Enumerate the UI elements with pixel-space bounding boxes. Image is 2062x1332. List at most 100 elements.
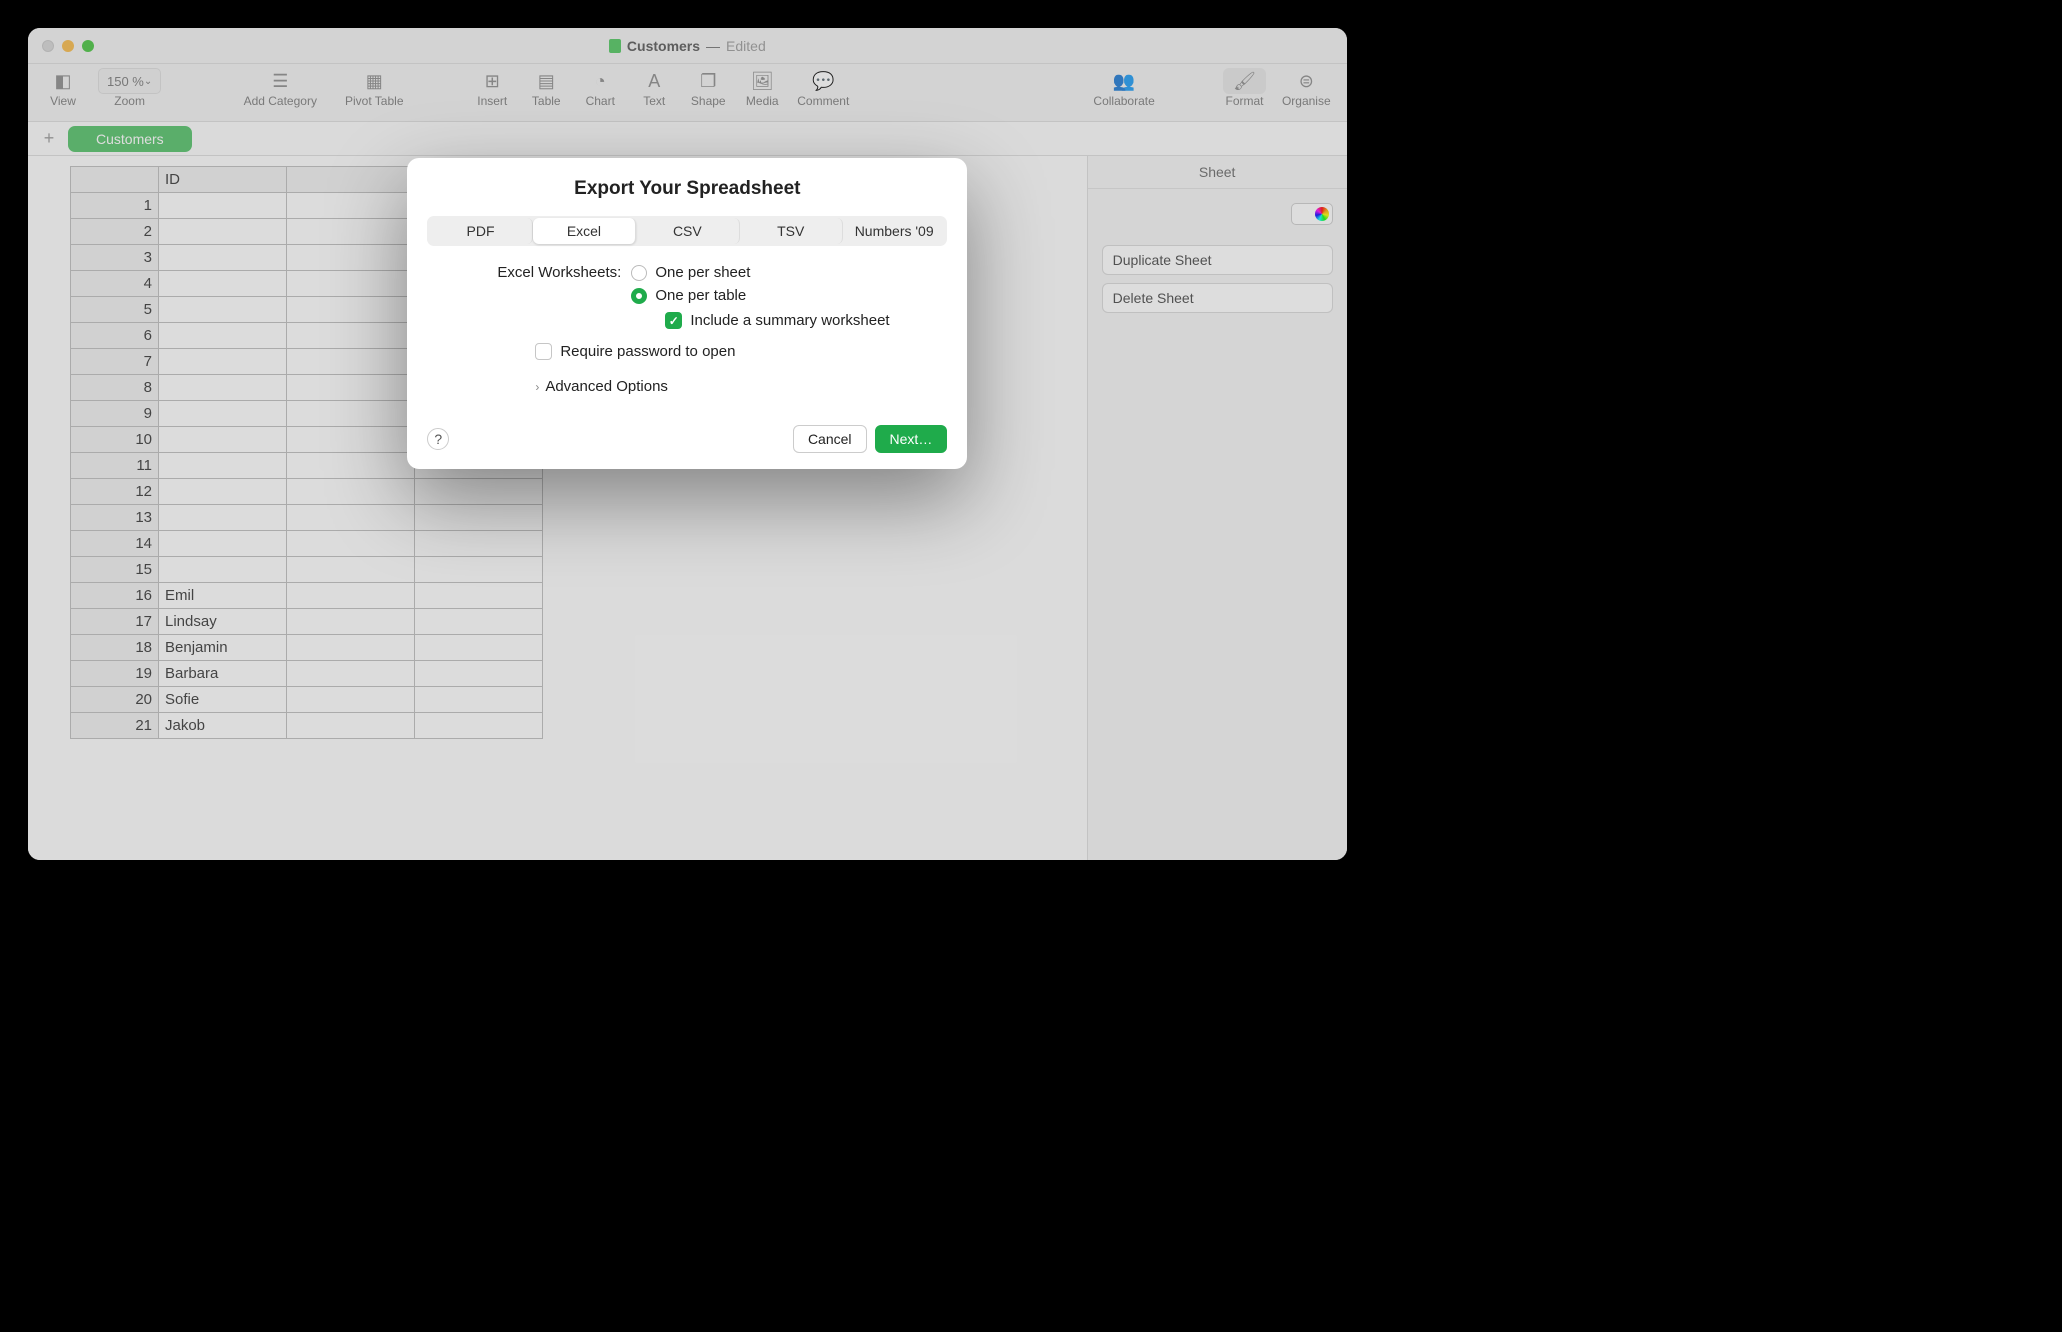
table-corner[interactable] bbox=[71, 167, 159, 193]
row-number[interactable]: 7 bbox=[71, 349, 159, 375]
row-number[interactable]: 3 bbox=[71, 245, 159, 271]
cell[interactable]: Lindsay bbox=[159, 609, 287, 635]
cell[interactable] bbox=[287, 583, 415, 609]
table-row[interactable]: 16Emil bbox=[71, 583, 543, 609]
table-row[interactable]: 20Sofie bbox=[71, 687, 543, 713]
cell[interactable] bbox=[159, 323, 287, 349]
cell[interactable] bbox=[287, 401, 415, 427]
inspector-header[interactable]: Sheet bbox=[1088, 156, 1347, 189]
cell[interactable] bbox=[159, 479, 287, 505]
row-number[interactable]: 16 bbox=[71, 583, 159, 609]
cell[interactable] bbox=[415, 635, 543, 661]
help-button[interactable]: ? bbox=[427, 428, 449, 450]
row-number[interactable]: 4 bbox=[71, 271, 159, 297]
cell[interactable] bbox=[287, 219, 415, 245]
row-number[interactable]: 17 bbox=[71, 609, 159, 635]
cell[interactable] bbox=[287, 271, 415, 297]
advanced-options-disclosure[interactable]: › Advanced Options bbox=[535, 378, 923, 395]
radio-one-per-table[interactable]: One per table bbox=[631, 287, 750, 304]
row-number[interactable]: 13 bbox=[71, 505, 159, 531]
view-button[interactable]: ◧ View bbox=[38, 68, 88, 108]
cell[interactable] bbox=[159, 401, 287, 427]
row-number[interactable]: 21 bbox=[71, 713, 159, 739]
cell[interactable] bbox=[159, 193, 287, 219]
cell[interactable] bbox=[159, 505, 287, 531]
cell[interactable] bbox=[287, 661, 415, 687]
cell[interactable] bbox=[159, 531, 287, 557]
cell[interactable] bbox=[159, 297, 287, 323]
radio-one-per-sheet[interactable]: One per sheet bbox=[631, 264, 750, 281]
require-password-checkbox[interactable]: Require password to open bbox=[535, 343, 923, 360]
cell[interactable]: Jakob bbox=[159, 713, 287, 739]
cell[interactable] bbox=[287, 349, 415, 375]
cell[interactable] bbox=[287, 297, 415, 323]
row-number[interactable]: 19 bbox=[71, 661, 159, 687]
add-category-button[interactable]: ☰ Add Category bbox=[235, 68, 325, 108]
cell[interactable] bbox=[159, 453, 287, 479]
next-button[interactable]: Next… bbox=[875, 425, 948, 453]
row-number[interactable]: 11 bbox=[71, 453, 159, 479]
cell[interactable] bbox=[159, 375, 287, 401]
tab-tsv[interactable]: TSV bbox=[740, 218, 843, 244]
row-number[interactable]: 5 bbox=[71, 297, 159, 323]
insert-button[interactable]: ⊞ Insert bbox=[467, 68, 517, 108]
row-number[interactable]: 15 bbox=[71, 557, 159, 583]
cell[interactable] bbox=[287, 505, 415, 531]
organise-button[interactable]: ⊜ Organise bbox=[1276, 68, 1337, 108]
sheet-tab-customers[interactable]: Customers bbox=[68, 126, 192, 152]
cell[interactable] bbox=[287, 531, 415, 557]
cell[interactable] bbox=[287, 245, 415, 271]
tab-csv[interactable]: CSV bbox=[636, 218, 739, 244]
cell[interactable] bbox=[159, 219, 287, 245]
cell[interactable] bbox=[287, 557, 415, 583]
tab-numbers09[interactable]: Numbers '09 bbox=[843, 218, 945, 244]
cell[interactable] bbox=[287, 479, 415, 505]
cell[interactable] bbox=[415, 479, 543, 505]
add-sheet-button[interactable]: + bbox=[34, 128, 64, 149]
column-header-2[interactable] bbox=[287, 167, 415, 193]
table-button[interactable]: ▤ Table bbox=[521, 68, 571, 108]
cell[interactable] bbox=[159, 427, 287, 453]
row-number[interactable]: 6 bbox=[71, 323, 159, 349]
column-header-id[interactable]: ID bbox=[159, 167, 287, 193]
cell[interactable]: Sofie bbox=[159, 687, 287, 713]
cell[interactable] bbox=[287, 427, 415, 453]
cell[interactable]: Emil bbox=[159, 583, 287, 609]
cell[interactable] bbox=[287, 323, 415, 349]
table-row[interactable]: 12 bbox=[71, 479, 543, 505]
row-number[interactable]: 20 bbox=[71, 687, 159, 713]
cell[interactable] bbox=[415, 505, 543, 531]
cell[interactable] bbox=[287, 635, 415, 661]
delete-sheet-button[interactable]: Delete Sheet bbox=[1102, 283, 1333, 313]
table-row[interactable]: 17Lindsay bbox=[71, 609, 543, 635]
sheet-tint-well[interactable] bbox=[1291, 203, 1333, 225]
pivot-table-button[interactable]: ▦ Pivot Table bbox=[329, 68, 419, 108]
zoom-button[interactable]: 150 % ⌄ Zoom bbox=[92, 68, 167, 108]
table-row[interactable]: 18Benjamin bbox=[71, 635, 543, 661]
row-number[interactable]: 18 bbox=[71, 635, 159, 661]
tab-pdf[interactable]: PDF bbox=[429, 218, 532, 244]
shape-button[interactable]: ❐ Shape bbox=[683, 68, 733, 108]
table-row[interactable]: 21Jakob bbox=[71, 713, 543, 739]
cell[interactable] bbox=[287, 453, 415, 479]
cell[interactable] bbox=[287, 687, 415, 713]
cell[interactable] bbox=[415, 609, 543, 635]
cancel-button[interactable]: Cancel bbox=[793, 425, 867, 453]
row-number[interactable]: 12 bbox=[71, 479, 159, 505]
row-number[interactable]: 10 bbox=[71, 427, 159, 453]
chart-button[interactable]: ◔ Chart bbox=[575, 68, 625, 108]
row-number[interactable]: 14 bbox=[71, 531, 159, 557]
comment-button[interactable]: 💬 Comment bbox=[791, 68, 855, 108]
cell[interactable]: Barbara bbox=[159, 661, 287, 687]
row-number[interactable]: 1 bbox=[71, 193, 159, 219]
cell[interactable]: Benjamin bbox=[159, 635, 287, 661]
duplicate-sheet-button[interactable]: Duplicate Sheet bbox=[1102, 245, 1333, 275]
row-number[interactable]: 8 bbox=[71, 375, 159, 401]
cell[interactable] bbox=[287, 609, 415, 635]
table-row[interactable]: 19Barbara bbox=[71, 661, 543, 687]
table-row[interactable]: 14 bbox=[71, 531, 543, 557]
table-row[interactable]: 13 bbox=[71, 505, 543, 531]
cell[interactable] bbox=[415, 713, 543, 739]
cell[interactable] bbox=[415, 687, 543, 713]
row-number[interactable]: 2 bbox=[71, 219, 159, 245]
